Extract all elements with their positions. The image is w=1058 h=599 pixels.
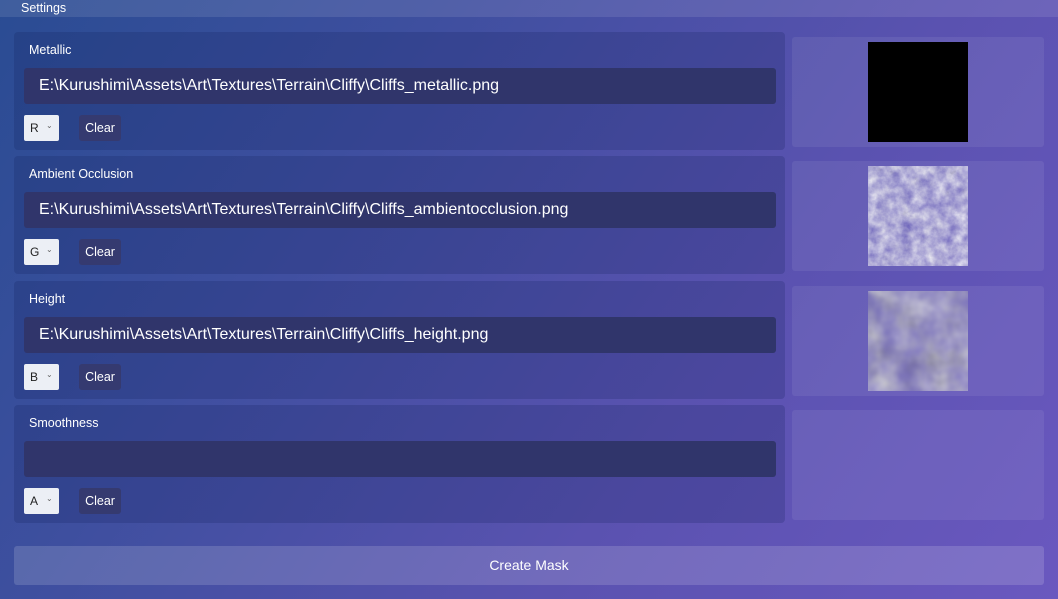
height-preview: [792, 286, 1044, 396]
height-panel: Height E:\Kurushimi\Assets\Art\Textures\…: [14, 281, 785, 399]
chevron-down-icon: ⌄: [46, 494, 53, 503]
height-channel-select[interactable]: B ⌄: [24, 364, 59, 390]
ambient-occlusion-path-field[interactable]: E:\Kurushimi\Assets\Art\Textures\Terrain…: [24, 192, 776, 228]
create-mask-button[interactable]: Create Mask: [14, 546, 1044, 585]
channel-value: B: [30, 370, 39, 384]
ambient-occlusion-channel-select[interactable]: G ⌄: [24, 239, 59, 265]
metallic-channel-select[interactable]: R ⌄: [24, 115, 59, 141]
ambient-occlusion-label: Ambient Occlusion: [29, 167, 134, 181]
smoothness-channel-select[interactable]: A ⌄: [24, 488, 59, 514]
chevron-down-icon: ⌄: [46, 370, 53, 379]
channel-value: R: [30, 121, 39, 135]
metallic-clear-button[interactable]: Clear: [79, 115, 121, 141]
title-bar: Settings: [0, 0, 1058, 17]
metallic-label: Metallic: [29, 43, 72, 57]
smoothness-clear-button[interactable]: Clear: [79, 488, 121, 514]
ambient-occlusion-thumbnail: [868, 166, 968, 266]
metallic-path-field[interactable]: E:\Kurushimi\Assets\Art\Textures\Terrain…: [24, 68, 776, 104]
ambient-occlusion-panel: Ambient Occlusion E:\Kurushimi\Assets\Ar…: [14, 156, 785, 274]
smoothness-label: Smoothness: [29, 416, 99, 430]
ambient-occlusion-clear-button[interactable]: Clear: [79, 239, 121, 265]
chevron-down-icon: ⌄: [46, 245, 53, 254]
metallic-preview: [792, 37, 1044, 147]
height-path-field[interactable]: E:\Kurushimi\Assets\Art\Textures\Terrain…: [24, 317, 776, 353]
height-clear-button[interactable]: Clear: [79, 364, 121, 390]
ambient-occlusion-preview: [792, 161, 1044, 271]
height-thumbnail: [868, 291, 968, 391]
height-label: Height: [29, 292, 66, 306]
smoothness-panel: Smoothness A ⌄ Clear: [14, 405, 785, 523]
channel-value: A: [30, 494, 39, 508]
window-title: Settings: [21, 1, 67, 15]
channel-value: G: [30, 245, 40, 259]
chevron-down-icon: ⌄: [46, 121, 53, 130]
metallic-panel: Metallic E:\Kurushimi\Assets\Art\Texture…: [14, 32, 785, 150]
smoothness-preview: [792, 410, 1044, 520]
metallic-thumbnail: [868, 42, 968, 142]
smoothness-path-field[interactable]: [24, 441, 776, 477]
